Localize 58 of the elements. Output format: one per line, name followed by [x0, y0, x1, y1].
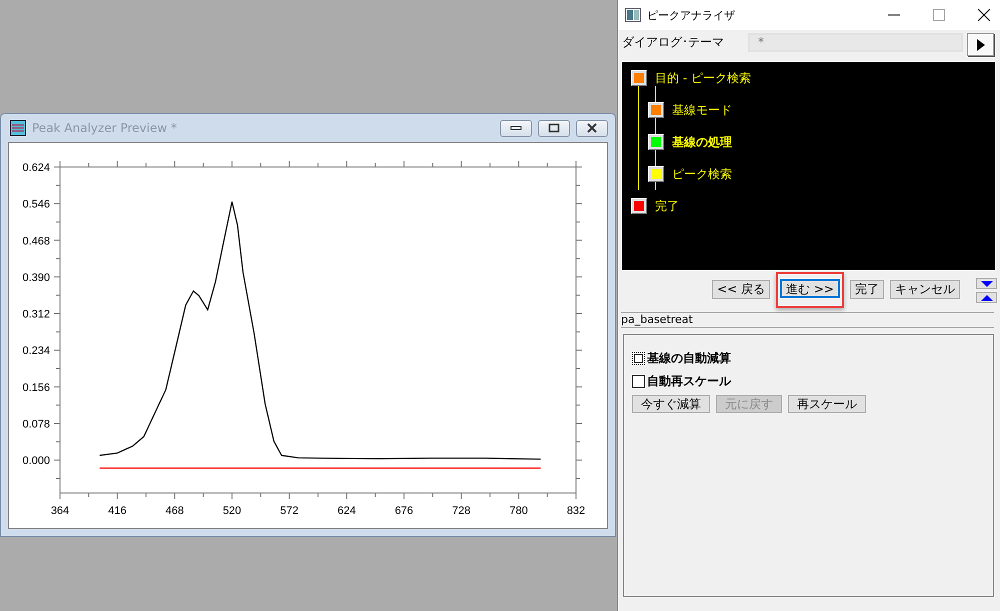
y-tick-label: 0.312 — [22, 308, 50, 321]
checkbox-option[interactable]: 基線の自動減算 — [632, 347, 985, 370]
window-title: Peak Analyzer Preview * — [32, 121, 178, 135]
nav-button[interactable]: << 戻る — [712, 280, 770, 299]
highlight-frame — [776, 272, 844, 308]
minimize-icon — [510, 126, 522, 130]
step-label[interactable]: ピーク検索 — [672, 166, 732, 182]
x-tick-label: 832 — [566, 505, 586, 517]
step-marker[interactable] — [648, 134, 664, 150]
graph-window-icon — [10, 120, 26, 136]
step-marker[interactable] — [631, 198, 647, 214]
close-icon[interactable] — [978, 9, 990, 21]
app-icon — [625, 8, 641, 22]
action-button[interactable]: 再スケール — [788, 395, 866, 413]
nav-button[interactable]: キャンセル — [890, 280, 960, 299]
close-icon — [586, 123, 598, 133]
x-tick-label: 572 — [280, 505, 299, 517]
y-tick-label: 0.624 — [22, 162, 50, 174]
x-tick-label: 624 — [337, 505, 356, 517]
step-label[interactable]: 基線の処理 — [672, 134, 732, 150]
collapse-button[interactable] — [976, 278, 997, 289]
theme-field[interactable]: * — [748, 33, 963, 52]
y-tick-label: 0.390 — [22, 272, 50, 284]
x-tick-label: 780 — [509, 505, 528, 517]
minimize-button[interactable] — [500, 120, 532, 136]
x-tick-label: 416 — [108, 505, 127, 517]
x-tick-label: 728 — [452, 505, 471, 517]
dialog-title: ピークアナライザ — [647, 8, 736, 22]
y-tick-label: 0.000 — [22, 455, 50, 468]
x-tick-label: 520 — [222, 505, 242, 517]
step-label[interactable]: 目的 - ピーク検索 — [655, 70, 751, 86]
page-name-field: pa_basetreat — [621, 312, 994, 328]
checkbox-option[interactable]: 自動再スケール — [632, 370, 985, 393]
play-icon — [976, 38, 984, 50]
theme-label: ダイアログ･テーマ — [622, 34, 725, 51]
step-marker[interactable] — [648, 166, 664, 182]
y-tick-label: 0.546 — [22, 198, 50, 211]
x-tick-label: 676 — [394, 505, 414, 517]
restore-icon — [548, 123, 560, 133]
x-tick-label: 364 — [50, 505, 70, 517]
step-label[interactable]: 完了 — [655, 198, 679, 214]
nav-button[interactable]: 完了 — [850, 280, 884, 299]
up-triangle-icon — [980, 294, 992, 300]
y-tick-label: 0.468 — [22, 235, 50, 248]
expand-button[interactable] — [976, 292, 997, 303]
y-tick-label: 0.234 — [22, 345, 50, 358]
restore-button[interactable] — [538, 120, 570, 136]
step-marker[interactable] — [648, 102, 664, 118]
x-tick-label: 468 — [165, 505, 184, 517]
step-label[interactable]: 基線モード — [672, 102, 732, 118]
down-triangle-icon — [980, 280, 992, 286]
nav-button[interactable]: 進む >> — [780, 279, 840, 298]
step-marker[interactable] — [631, 70, 647, 86]
y-tick-label: 0.156 — [22, 382, 50, 394]
action-button[interactable]: 今すぐ減算 — [632, 395, 710, 413]
y-tick-label: 0.078 — [22, 418, 50, 430]
play-button[interactable] — [967, 33, 994, 56]
close-button[interactable] — [576, 120, 608, 136]
